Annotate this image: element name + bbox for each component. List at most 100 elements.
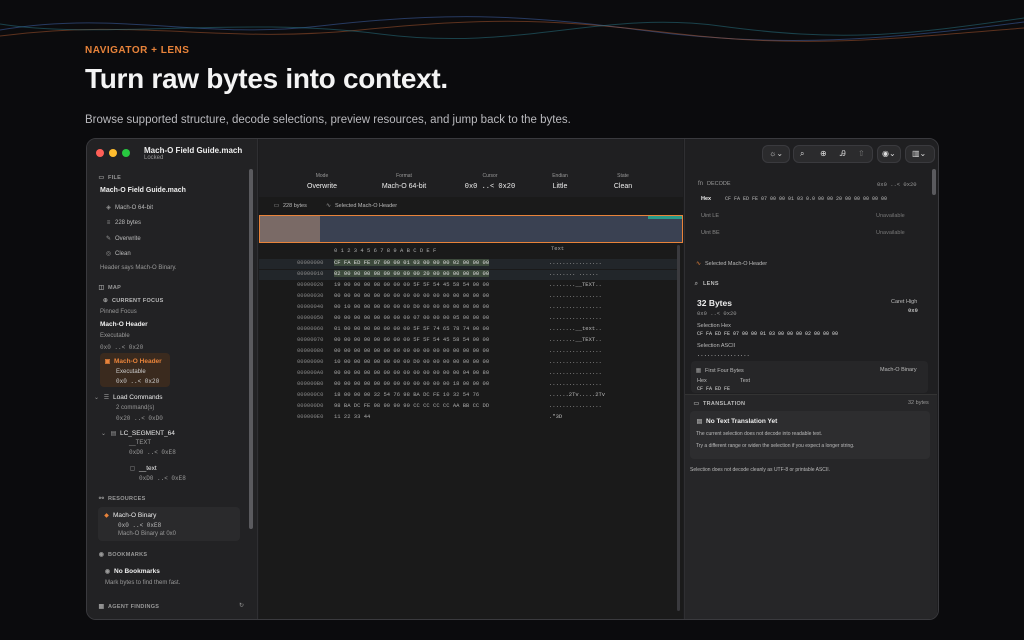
map-item-macho-header[interactable]: ▣ Mach-O Header Executable 0x0 ..< 0x20 <box>100 353 170 387</box>
current-focus-header: ⊕ CURRENT FOCUS <box>102 298 164 304</box>
text-col-label: Text <box>740 378 751 384</box>
brightness-button[interactable]: ☼⌄ <box>762 145 790 163</box>
row-offset: 00000000 <box>297 259 324 266</box>
row-ascii[interactable]: ................ <box>549 347 602 354</box>
mode-value[interactable]: Overwrite <box>287 183 357 190</box>
cursor-value[interactable]: 0x0 ..< 0x20 <box>455 183 525 191</box>
row-ascii[interactable]: ................ <box>549 292 602 299</box>
window-controls <box>96 149 130 157</box>
row-ascii[interactable]: ................ <box>549 259 602 266</box>
page-subtitle: Browse supported structure, decode selec… <box>85 114 571 126</box>
first-four-value: CF FA ED FE <box>697 386 731 392</box>
file-section-header: ▭ FILE <box>98 175 122 181</box>
file-note: Header says Mach-O Binary. <box>100 265 177 271</box>
lens-header: ⌕ LENS <box>694 281 719 287</box>
share-icon[interactable]: ⇧ <box>858 149 865 158</box>
row-offset: 00000070 <box>297 336 324 343</box>
row-ascii[interactable]: ........__text.. <box>549 325 602 332</box>
row-ascii[interactable]: ................ <box>549 369 602 376</box>
hex-row[interactable]: 00000010 02 00 00 00 98 00 00 00 00 20 00… <box>259 270 677 280</box>
hex-row[interactable]: 00000080 00 00 00 00 00 00 00 00 00 00 00… <box>259 347 677 357</box>
row-ascii[interactable]: ........__TEXT.. <box>549 281 602 288</box>
hex-scrollbar[interactable] <box>677 245 680 611</box>
no-translation-line2: Try a different range or widen the selec… <box>696 443 855 449</box>
chevron-down-icon[interactable]: ⌄ <box>100 430 107 437</box>
search-icon[interactable]: ⌕ <box>800 149 804 159</box>
hex-row[interactable]: 00000070 00 00 00 00 00 00 00 00 5F 5F 54… <box>259 336 677 346</box>
load-range: 0x20 ..< 0xD0 <box>116 415 163 422</box>
row-offset: 00000080 <box>297 347 324 354</box>
row-bytes[interactable]: 11 22 33 44 <box>334 413 370 420</box>
row-bytes[interactable]: 98 BA DC FE 98 90 90 90 CC CC CC CC AA B… <box>334 402 489 409</box>
row-bytes[interactable]: 00 00 00 00 00 00 00 00 00 00 00 00 00 0… <box>334 292 489 299</box>
row-bytes[interactable]: 18 00 00 00 32 54 76 98 BA DC FE 10 32 5… <box>334 391 479 398</box>
row-ascii[interactable]: ................ <box>549 402 602 409</box>
inspector-scrollbar[interactable] <box>932 169 936 195</box>
bookmarks-note: Mark bytes to find them fast. <box>105 580 181 586</box>
first-four-card: ▦ First Four Bytes Mach-O Binary Hex Text… <box>691 361 928 393</box>
close-button[interactable] <box>96 149 104 157</box>
minimize-button[interactable] <box>109 149 117 157</box>
row-bytes[interactable]: 00 10 00 00 00 00 00 00 D0 00 00 00 00 0… <box>334 303 489 310</box>
zoom-button[interactable] <box>122 149 130 157</box>
row-bytes[interactable]: 01 00 00 00 00 00 00 00 5F 5F 74 65 78 7… <box>334 325 489 332</box>
hex-row[interactable]: 000000C0 18 00 00 00 32 54 76 98 BA DC FE… <box>259 391 677 401</box>
map-item-segment[interactable]: ⌄ ▤ LC_SEGMENT_64 <box>100 430 175 437</box>
hex-row-label: Hex <box>701 196 712 202</box>
hex-row[interactable]: 00000090 10 00 00 00 00 00 00 00 D0 00 00… <box>259 358 677 368</box>
state-value[interactable]: Clean <box>588 183 658 190</box>
hex-col-label: Hex <box>697 378 707 384</box>
row-bytes[interactable]: 19 00 00 00 98 00 00 00 5F 5F 54 45 58 5… <box>334 281 489 288</box>
format-value[interactable]: Mach-O 64-bit <box>369 183 439 190</box>
no-bookmarks-title: ◉ No Bookmarks <box>104 568 160 575</box>
row-ascii[interactable]: ................ <box>549 380 602 387</box>
chevron-down-icon[interactable]: ⌄ <box>93 394 100 401</box>
hex-row[interactable]: 00000000 CF FA ED FE 07 00 00 01 03 00 00… <box>259 259 677 269</box>
row-ascii[interactable]: ."3D <box>549 413 562 420</box>
hex-row[interactable]: 000000B0 00 00 00 00 00 00 00 00 00 00 00… <box>259 380 677 390</box>
row-bytes[interactable]: 02 00 00 00 98 00 00 00 00 20 00 00 00 0… <box>334 270 490 277</box>
section-icon: ▢ <box>129 466 136 472</box>
refresh-icon[interactable]: ↻ <box>239 602 244 609</box>
row-bytes[interactable]: 10 00 00 00 00 00 00 00 D0 00 00 00 00 0… <box>334 358 489 365</box>
row-ascii[interactable]: ................ <box>549 314 602 321</box>
row-bytes[interactable]: 00 00 00 00 00 00 00 00 5F 5F 54 45 58 5… <box>334 336 489 343</box>
endian-label: Endian <box>552 173 568 179</box>
agent-button[interactable]: ◉⌄ <box>877 145 901 163</box>
row-ascii[interactable]: ........__TEXT.. <box>549 336 602 343</box>
hex-row[interactable]: 00000030 00 00 00 00 00 00 00 00 00 00 00… <box>259 292 677 302</box>
resource-item-macho-binary[interactable]: ◆ Mach-O Binary 0x0 ..< 0xE8 Mach-O Binar… <box>98 507 240 541</box>
hex-row[interactable]: 000000A0 00 00 00 00 00 00 00 00 00 00 00… <box>259 369 677 379</box>
row-bytes[interactable]: 00 00 00 00 00 00 00 00 00 00 00 00 00 0… <box>334 347 489 354</box>
row-offset: 000000E0 <box>297 413 324 420</box>
doc-icon: ▤ <box>696 419 703 425</box>
pen-icon[interactable]: Ꭿ <box>840 149 846 159</box>
binary-tag: Mach-O Binary <box>880 367 917 373</box>
row-ascii[interactable]: ........ ...... <box>549 270 599 277</box>
hex-row[interactable]: 00000060 01 00 00 00 00 00 00 00 5F 5F 74… <box>259 325 677 335</box>
sidebar-scrollbar[interactable] <box>249 169 253 529</box>
hex-row[interactable]: 000000E0 11 22 33 44 ."3D <box>259 413 677 423</box>
row-ascii[interactable]: ................ <box>549 303 602 310</box>
cursor-label: Cursor <box>482 173 498 179</box>
row-ascii[interactable]: ......2Tv.....2Tv <box>549 391 605 398</box>
hex-row[interactable]: 000000D0 98 BA DC FE 98 90 90 90 CC CC CC… <box>259 402 677 412</box>
list-icon: ☰ <box>103 395 110 401</box>
hex-row[interactable]: 00000020 19 00 00 00 98 00 00 00 5F 5F 54… <box>259 281 677 291</box>
map-item-load-commands[interactable]: ⌄ ☰ Load Commands <box>93 394 163 401</box>
row-bytes[interactable]: 00 00 00 00 00 00 00 00 00 00 00 00 18 0… <box>334 380 489 387</box>
byte-minimap[interactable] <box>259 215 683 243</box>
crosshair-icon[interactable]: ⊕ <box>820 149 827 158</box>
hex-row[interactable]: 00000040 00 10 00 00 00 00 00 00 D0 00 00… <box>259 303 677 313</box>
row-bytes[interactable]: CF FA ED FE 07 00 00 01 03 00 00 00 02 0… <box>334 259 490 266</box>
row-ascii[interactable]: ................ <box>549 358 602 365</box>
sidebar-icon: ▥⌄ <box>912 149 927 158</box>
no-translation-line1: The current selection does not decode in… <box>696 431 823 437</box>
hex-row[interactable]: 00000050 00 00 00 00 00 00 00 00 07 00 00… <box>259 314 677 324</box>
sidebar-toggle-button[interactable]: ▥⌄ <box>905 145 935 163</box>
row-bytes[interactable]: 00 00 00 00 00 00 00 00 00 00 00 00 00 0… <box>334 369 489 376</box>
row-bytes[interactable]: 00 00 00 00 00 00 00 00 07 00 00 00 05 0… <box>334 314 489 321</box>
map-item-section[interactable]: ▢ __text <box>129 465 157 472</box>
endian-value[interactable]: Little <box>525 183 595 190</box>
uint-be-label: Uint BE <box>701 230 720 236</box>
